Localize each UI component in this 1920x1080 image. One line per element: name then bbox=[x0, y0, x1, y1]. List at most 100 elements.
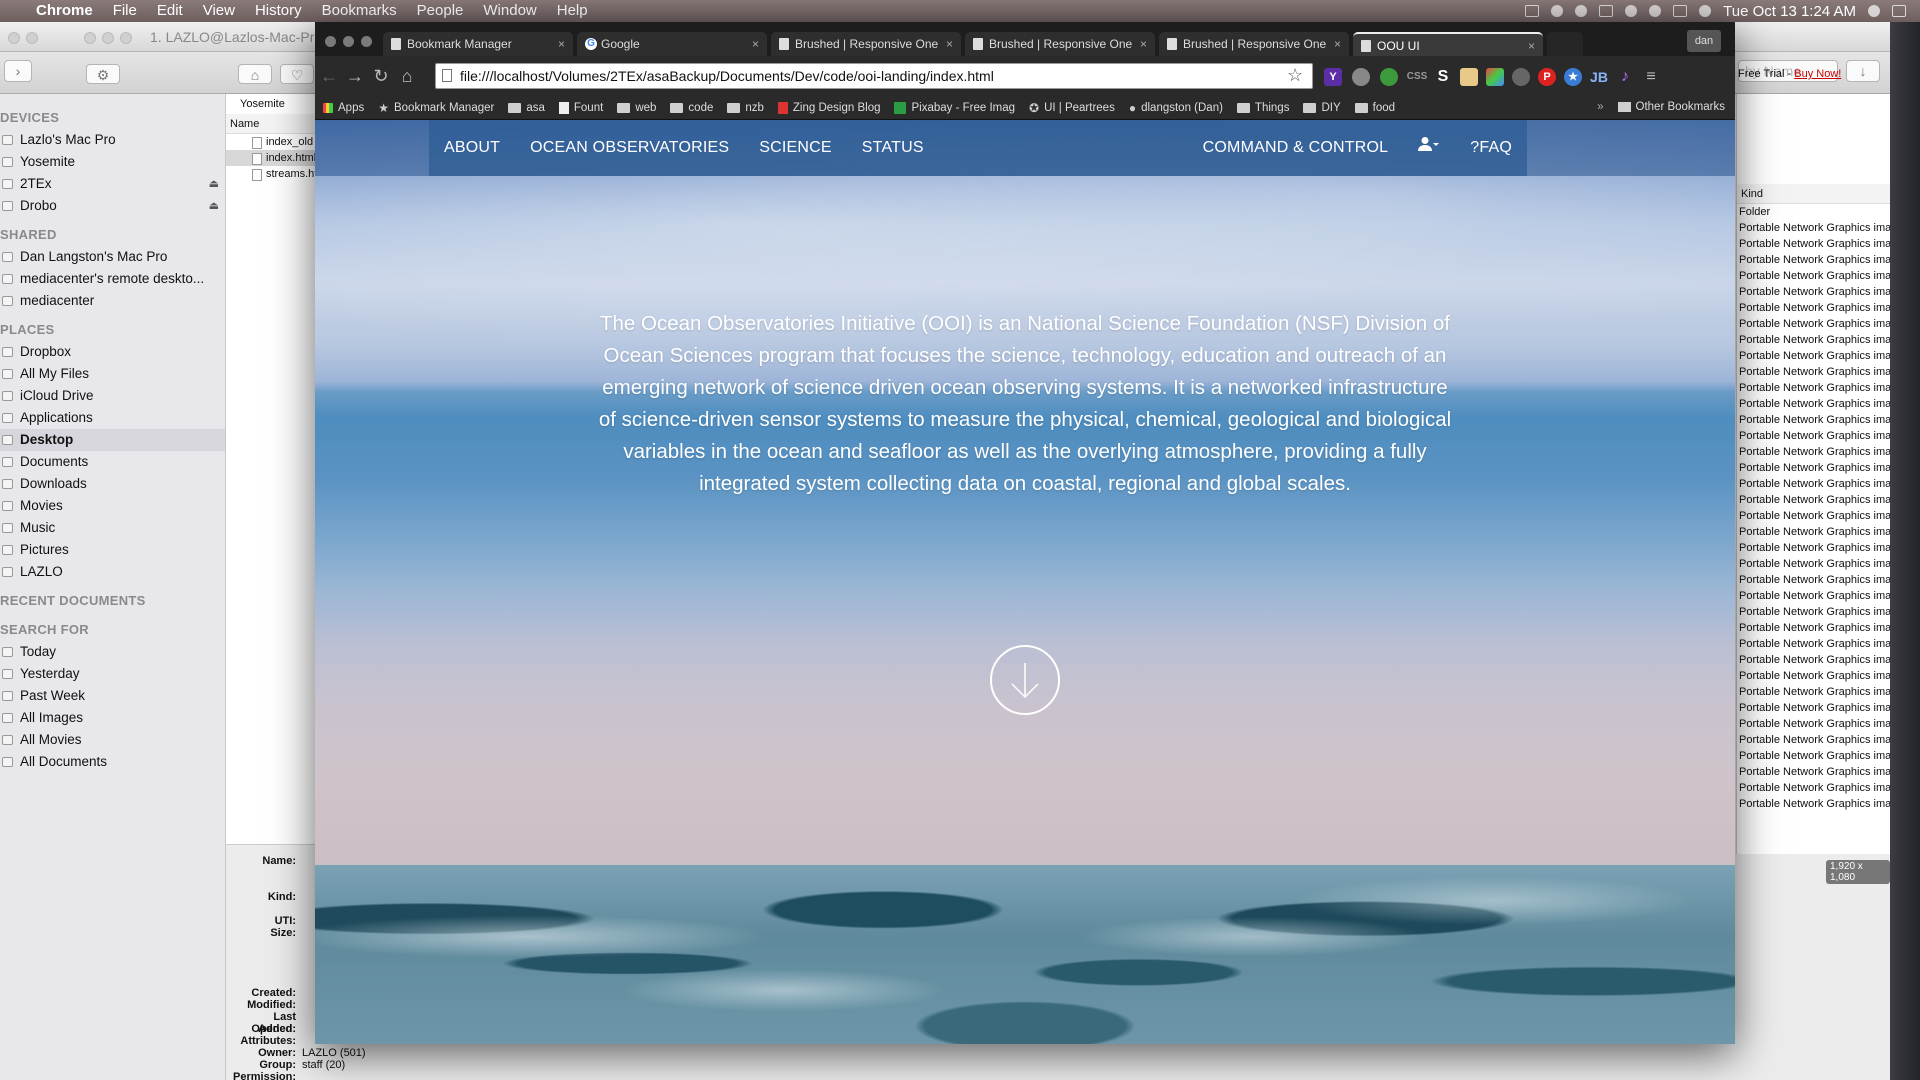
close-tab-icon[interactable]: × bbox=[1140, 32, 1147, 56]
pinterest-extension-icon[interactable]: P bbox=[1538, 68, 1556, 86]
bookmark-folder-nzb[interactable]: nzb bbox=[727, 102, 764, 114]
home-icon[interactable]: ⌂ bbox=[238, 64, 272, 84]
sidebar-item-movies[interactable]: Movies bbox=[0, 495, 225, 517]
close-window-button[interactable] bbox=[325, 36, 336, 47]
sidebar-item-lazlos-mac-pro[interactable]: Lazlo's Mac Pro bbox=[0, 129, 225, 151]
nav-status[interactable]: STATUS bbox=[847, 120, 939, 176]
bookmark-zing-design-blog[interactable]: Zing Design Blog bbox=[777, 101, 880, 114]
nav-science[interactable]: SCIENCE bbox=[744, 120, 847, 176]
bookmark-dlangston[interactable]: ● dlangston (Dan) bbox=[1129, 101, 1223, 115]
sidebar-item-all-my-files[interactable]: All My Files bbox=[0, 363, 225, 385]
menu-help[interactable]: Help bbox=[547, 0, 598, 22]
menu-edit[interactable]: Edit bbox=[147, 0, 193, 22]
bookmark-folder-code[interactable]: code bbox=[670, 102, 713, 114]
sidebar-item-applications[interactable]: Applications bbox=[0, 407, 225, 429]
sidebar-item-all-images[interactable]: All Images bbox=[0, 707, 225, 729]
bookmark-folder-asa[interactable]: asa bbox=[508, 102, 545, 114]
notification-bell-icon[interactable] bbox=[1575, 5, 1588, 17]
file-item-index-html[interactable]: index.html bbox=[226, 150, 315, 166]
music-extension-icon[interactable]: ♪ bbox=[1616, 68, 1634, 86]
time-machine-icon[interactable] bbox=[1599, 5, 1614, 17]
display-icon[interactable] bbox=[1525, 5, 1540, 17]
tab-minimize-icon[interactable] bbox=[102, 32, 114, 44]
close-tab-icon[interactable]: × bbox=[752, 32, 759, 56]
bookmark-apps[interactable]: Apps bbox=[323, 102, 364, 114]
bluetooth-icon[interactable] bbox=[1625, 5, 1638, 17]
sidebar-item-2tex[interactable]: 2TEx ⏏ bbox=[0, 173, 225, 195]
sidebar-item-pictures[interactable]: Pictures bbox=[0, 539, 225, 561]
volume-icon[interactable] bbox=[1649, 5, 1662, 17]
menu-window[interactable]: Window bbox=[473, 0, 546, 22]
css-extension-icon[interactable]: CSS bbox=[1406, 68, 1428, 86]
sidebar-item-mediacenter[interactable]: mediacenter bbox=[0, 290, 225, 312]
notification-center-icon[interactable] bbox=[1892, 5, 1906, 17]
back-arrow-icon[interactable]: ← bbox=[317, 64, 341, 88]
bookmark-pixabay[interactable]: Pixabay - Free Imag bbox=[894, 101, 1015, 114]
bookmark-star-icon[interactable]: ☆ bbox=[1287, 65, 1303, 86]
battery-icon[interactable] bbox=[1673, 5, 1688, 17]
sidebar-item-past-week[interactable]: Past Week bbox=[0, 685, 225, 707]
sidebar-item-all-movies[interactable]: All Movies bbox=[0, 729, 225, 751]
sidebar-item-downloads[interactable]: Downloads bbox=[0, 473, 225, 495]
menu-people[interactable]: People bbox=[407, 0, 474, 22]
address-bar[interactable]: file:///localhost/Volumes/2TEx/asaBackup… bbox=[435, 63, 1313, 89]
profile-button[interactable]: dan bbox=[1687, 30, 1721, 52]
eject-icon[interactable]: ⏏ bbox=[209, 173, 219, 195]
minimize-window-button[interactable] bbox=[26, 32, 38, 44]
nav-ocean-observatories[interactable]: OCEAN OBSERVATORIES bbox=[515, 120, 744, 176]
zoom-window-button[interactable] bbox=[361, 36, 372, 47]
kind-column-header[interactable]: Kind bbox=[1737, 184, 1890, 204]
sidebar-item-dan-mac-pro[interactable]: Dan Langston's Mac Pro bbox=[0, 246, 225, 268]
bookmarks-overflow-chevron[interactable]: » bbox=[1597, 101, 1603, 113]
sidebar-item-icloud-drive[interactable]: iCloud Drive bbox=[0, 385, 225, 407]
home-icon[interactable]: ⌂ bbox=[395, 64, 419, 88]
bookmark-bookmark-manager[interactable]: ★ Bookmark Manager bbox=[378, 101, 494, 115]
eject-icon[interactable] bbox=[1699, 5, 1712, 17]
file-item-streams[interactable]: streams.html bbox=[226, 166, 315, 182]
close-tab-icon[interactable]: × bbox=[1528, 34, 1535, 56]
close-window-button[interactable] bbox=[8, 32, 20, 44]
action-gear-icon[interactable]: ⚙ bbox=[86, 64, 120, 84]
menubar-clock[interactable]: Tue Oct 13 1:24 AM bbox=[1723, 3, 1856, 20]
file-item-index-old[interactable]: index_old bbox=[226, 134, 315, 150]
sidebar-item-documents[interactable]: Documents bbox=[0, 451, 225, 473]
close-tab-icon[interactable]: × bbox=[558, 32, 565, 56]
tab-brushed-2[interactable]: Brushed | Responsive One × bbox=[965, 32, 1155, 56]
sidebar-item-yosemite[interactable]: Yosemite bbox=[0, 151, 225, 173]
jb-extension-icon[interactable]: JB bbox=[1590, 68, 1608, 86]
menu-bookmarks[interactable]: Bookmarks bbox=[312, 0, 407, 22]
buy-now-link[interactable]: Buy Now! bbox=[1794, 68, 1841, 80]
spotlight-search-icon[interactable] bbox=[1868, 5, 1880, 17]
sidebar-item-lazlo[interactable]: LAZLO bbox=[0, 561, 225, 583]
extension-circle-icon[interactable] bbox=[1352, 68, 1370, 86]
sidebar-item-yesterday[interactable]: Yesterday bbox=[0, 663, 225, 685]
close-tab-icon[interactable]: × bbox=[1334, 32, 1341, 56]
tab-google[interactable]: G Google × bbox=[577, 32, 767, 56]
sync-extension-icon[interactable] bbox=[1512, 68, 1530, 86]
name-column-header[interactable]: Name bbox=[226, 114, 315, 134]
sidebar-item-music[interactable]: Music bbox=[0, 517, 225, 539]
tab-brushed-3[interactable]: Brushed | Responsive One × bbox=[1159, 32, 1349, 56]
other-bookmarks[interactable]: » Other Bookmarks bbox=[1597, 101, 1725, 113]
tab-bookmark-manager[interactable]: Bookmark Manager × bbox=[383, 32, 573, 56]
bookmark-folder-things[interactable]: Things bbox=[1236, 102, 1289, 114]
colorzilla-extension-icon[interactable] bbox=[1486, 68, 1504, 86]
notes-extension-icon[interactable] bbox=[1460, 68, 1478, 86]
minimize-window-button[interactable] bbox=[343, 36, 354, 47]
sidebar-item-drobo[interactable]: Drobo ⏏ bbox=[0, 195, 225, 217]
sidebar-item-all-documents[interactable]: All Documents bbox=[0, 751, 225, 773]
sidebar-item-today[interactable]: Today bbox=[0, 641, 225, 663]
menu-app-chrome[interactable]: Chrome bbox=[28, 0, 103, 22]
nav-command-control[interactable]: COMMAND & CONTROL bbox=[1188, 120, 1404, 176]
close-tab-icon[interactable]: × bbox=[946, 32, 953, 56]
forward-button[interactable]: › bbox=[4, 60, 32, 82]
new-tab-button[interactable] bbox=[1547, 32, 1583, 56]
eject-icon[interactable]: ⏏ bbox=[209, 195, 219, 217]
s-extension-icon[interactable]: S bbox=[1434, 68, 1452, 86]
tab-close-icon[interactable] bbox=[84, 32, 96, 44]
scroll-down-button[interactable] bbox=[990, 645, 1060, 715]
star-extension-icon[interactable]: ★ bbox=[1564, 68, 1582, 86]
sidebar-item-desktop[interactable]: Desktop bbox=[0, 429, 225, 451]
bookmark-fount[interactable]: Fount bbox=[558, 101, 603, 114]
menu-history[interactable]: History bbox=[245, 0, 312, 22]
